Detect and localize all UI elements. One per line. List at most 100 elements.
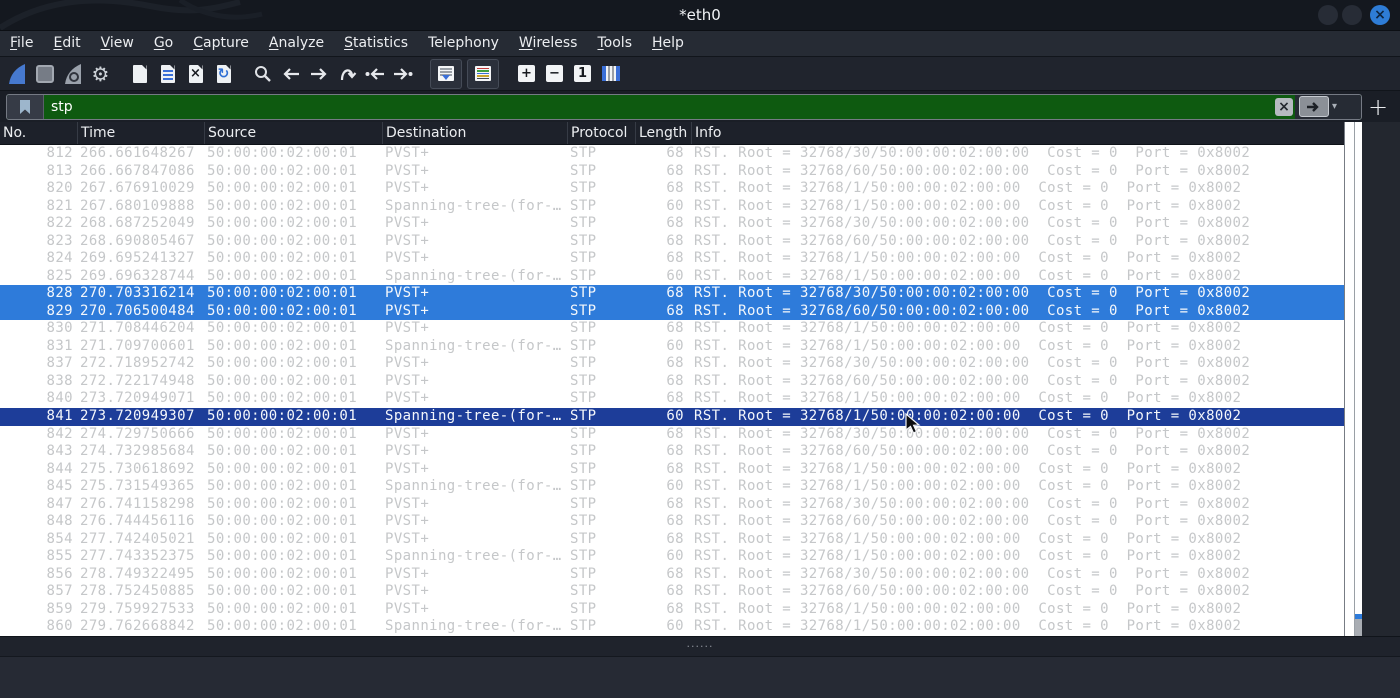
capture-options-icon[interactable]: ⚙ — [89, 61, 112, 87]
cell-no: 828 — [46, 285, 73, 302]
column-header-length[interactable]: Length — [636, 122, 692, 144]
save-file-icon[interactable] — [156, 61, 179, 87]
cell-time: 273.720949071 — [80, 390, 195, 407]
minimize-button[interactable] — [1318, 5, 1338, 25]
cell-source: 50:00:00:02:00:01 — [207, 513, 358, 530]
restart-capture-icon[interactable] — [61, 61, 84, 87]
display-filter-input[interactable]: stp — [44, 94, 1273, 119]
cell-destination: PVST+ — [385, 285, 430, 302]
cell-source: 50:00:00:02:00:01 — [207, 548, 358, 565]
go-last-packet-icon[interactable] — [391, 61, 414, 87]
column-header-no[interactable]: No. — [0, 122, 78, 144]
go-to-packet-icon[interactable] — [335, 61, 358, 87]
cell-source: 50:00:00:02:00:01 — [207, 618, 358, 635]
menu-view[interactable]: View — [91, 31, 144, 57]
find-packet-icon[interactable] — [251, 61, 274, 87]
mouse-cursor — [905, 413, 921, 434]
packet-row-854[interactable]: 854 277.742405021 50:00:00:02:00:01 PVST+ ST… — [0, 531, 1344, 549]
menu-file[interactable]: File — [0, 31, 43, 57]
packet-row-812[interactable]: 812 266.661648267 50:00:00:02:00:01 PVST+ ST… — [0, 145, 1344, 163]
add-filter-button-plus[interactable]: + — [1362, 93, 1394, 121]
apply-arrow-icon — [1307, 101, 1319, 112]
packet-row-857[interactable]: 857 278.752450885 50:00:00:02:00:01 PVST+ ST… — [0, 583, 1344, 601]
reload-file-icon[interactable]: ↻ — [212, 61, 235, 87]
cell-length: 68 — [666, 355, 684, 372]
packet-row-860[interactable]: 860 279.762668842 50:00:00:02:00:01 Spannin… — [0, 618, 1344, 636]
packet-row-813[interactable]: 813 266.667847086 50:00:00:02:00:01 PVST+ ST… — [0, 163, 1344, 181]
packet-row-847[interactable]: 847 276.741158298 50:00:00:02:00:01 PVST+ ST… — [0, 496, 1344, 514]
packet-row-825[interactable]: 825 269.696328744 50:00:00:02:00:01 Spannin… — [0, 268, 1344, 286]
column-header-time[interactable]: Time — [78, 122, 205, 144]
cell-info: RST. Root = 32768/60/50:00:00:02:00:00 C… — [694, 513, 1251, 530]
packet-row-828[interactable]: 828 270.703316214 50:00:00:02:00:01 PVST+ ST… — [0, 285, 1344, 303]
cell-protocol: STP — [570, 530, 597, 547]
packet-row-823[interactable]: 823 268.690805467 50:00:00:02:00:01 PVST+ ST… — [0, 233, 1344, 251]
cell-source: 50:00:00:02:00:01 — [207, 180, 358, 197]
stop-capture-icon[interactable] — [33, 61, 56, 87]
filter-dropdown-caret-icon[interactable]: ▾ — [1332, 101, 1337, 112]
column-header-source[interactable]: Source — [205, 122, 383, 144]
packet-row-840[interactable]: 840 273.720949071 50:00:00:02:00:01 PVST+ ST… — [0, 390, 1344, 408]
apply-filter-button[interactable] — [1299, 96, 1329, 117]
cell-source: 50:00:00:02:00:01 — [207, 600, 358, 617]
packet-row-843[interactable]: 843 274.732985684 50:00:00:02:00:01 PVST+ ST… — [0, 443, 1344, 461]
packet-row-844[interactable]: 844 275.730618692 50:00:00:02:00:01 PVST+ ST… — [0, 461, 1344, 479]
zoom-in-icon[interactable]: + — [515, 61, 538, 87]
packet-row-859[interactable]: 859 279.759927533 50:00:00:02:00:01 PVST+ ST… — [0, 601, 1344, 619]
packet-row-829[interactable]: 829 270.706500484 50:00:00:02:00:01 PVST+ ST… — [0, 302, 1344, 321]
normal-size-icon[interactable]: 1 — [571, 61, 594, 87]
menu-wireless[interactable]: Wireless — [509, 31, 588, 57]
packet-row-824[interactable]: 824 269.695241327 50:00:00:02:00:01 PVST+ ST… — [0, 250, 1344, 268]
menu-help[interactable]: Help — [642, 31, 694, 57]
navigate-group — [251, 61, 414, 87]
zoom-out-icon[interactable]: − — [543, 61, 566, 87]
go-back-icon[interactable] — [279, 61, 302, 87]
packet-row-855[interactable]: 855 277.743352375 50:00:00:02:00:01 Spannin… — [0, 548, 1344, 566]
auto-scroll-icon[interactable] — [430, 58, 462, 89]
go-first-packet-icon[interactable] — [363, 61, 386, 87]
cell-protocol: STP — [570, 285, 597, 302]
cell-protocol: STP — [570, 443, 597, 460]
cell-no: 837 — [46, 355, 73, 372]
close-button[interactable]: × — [1370, 5, 1390, 25]
packet-row-822[interactable]: 822 268.687252049 50:00:00:02:00:01 PVST+ ST… — [0, 215, 1344, 233]
packet-row-842[interactable]: 842 274.729750666 50:00:00:02:00:01 PVST+ ST… — [0, 426, 1344, 444]
cell-info: RST. Root = 32768/1/50:00:00:02:00:00 Co… — [694, 390, 1242, 407]
packet-list[interactable]: 812 266.661648267 50:00:00:02:00:01 PVST+ ST… — [0, 145, 1344, 636]
packet-row-837[interactable]: 837 272.718952742 50:00:00:02:00:01 PVST+ ST… — [0, 355, 1344, 373]
packet-row-856[interactable]: 856 278.749322495 50:00:00:02:00:01 PVST+ ST… — [0, 566, 1344, 584]
start-capture-icon[interactable] — [5, 61, 28, 87]
packet-row-830[interactable]: 830 271.708446204 50:00:00:02:00:01 PVST+ ST… — [0, 320, 1344, 338]
maximize-button[interactable] — [1342, 5, 1362, 25]
pane-splitter[interactable]: ······ — [0, 636, 1400, 657]
display-filter-field[interactable]: stp × ▾ — [6, 93, 1362, 120]
resize-columns-icon[interactable] — [599, 61, 622, 87]
menu-go[interactable]: Go — [144, 31, 183, 57]
cell-no: 824 — [46, 250, 73, 267]
packet-row-821[interactable]: 821 267.680109888 50:00:00:02:00:01 Spannin… — [0, 198, 1344, 216]
column-header-info[interactable]: Info — [692, 122, 1344, 144]
cell-destination: PVST+ — [385, 513, 430, 530]
splitter-handle-dots[interactable]: ······ — [687, 641, 714, 652]
packet-row-845[interactable]: 845 275.731549365 50:00:00:02:00:01 Spannin… — [0, 478, 1344, 496]
vertical-scrollbar[interactable] — [1344, 122, 1363, 636]
filter-clear-button[interactable]: × — [1273, 94, 1295, 119]
packet-row-820[interactable]: 820 267.676910029 50:00:00:02:00:01 PVST+ ST… — [0, 180, 1344, 198]
column-header-destination[interactable]: Destination — [383, 122, 568, 144]
packet-row-838[interactable]: 838 272.722174948 50:00:00:02:00:01 PVST+ ST… — [0, 373, 1344, 391]
colorize-packets-icon[interactable] — [467, 58, 499, 89]
packet-row-848[interactable]: 848 276.744456116 50:00:00:02:00:01 PVST+ ST… — [0, 513, 1344, 531]
packet-row-841[interactable]: 841 273.720949307 50:00:00:02:00:01 Spannin… — [0, 407, 1344, 426]
filter-bookmark-button[interactable] — [7, 94, 44, 119]
close-file-icon[interactable]: × — [184, 61, 207, 87]
column-header-protocol[interactable]: Protocol — [568, 122, 636, 144]
menu-tools[interactable]: Tools — [587, 31, 642, 57]
menu-telephony[interactable]: Telephony — [418, 31, 509, 57]
menu-capture[interactable]: Capture — [183, 31, 259, 57]
open-file-icon[interactable] — [128, 61, 151, 87]
packet-row-831[interactable]: 831 271.709700601 50:00:00:02:00:01 Spannin… — [0, 338, 1344, 356]
menu-statistics[interactable]: Statistics — [334, 31, 418, 57]
menu-analyze[interactable]: Analyze — [259, 31, 334, 57]
go-forward-icon[interactable] — [307, 61, 330, 87]
menu-edit[interactable]: Edit — [43, 31, 90, 57]
